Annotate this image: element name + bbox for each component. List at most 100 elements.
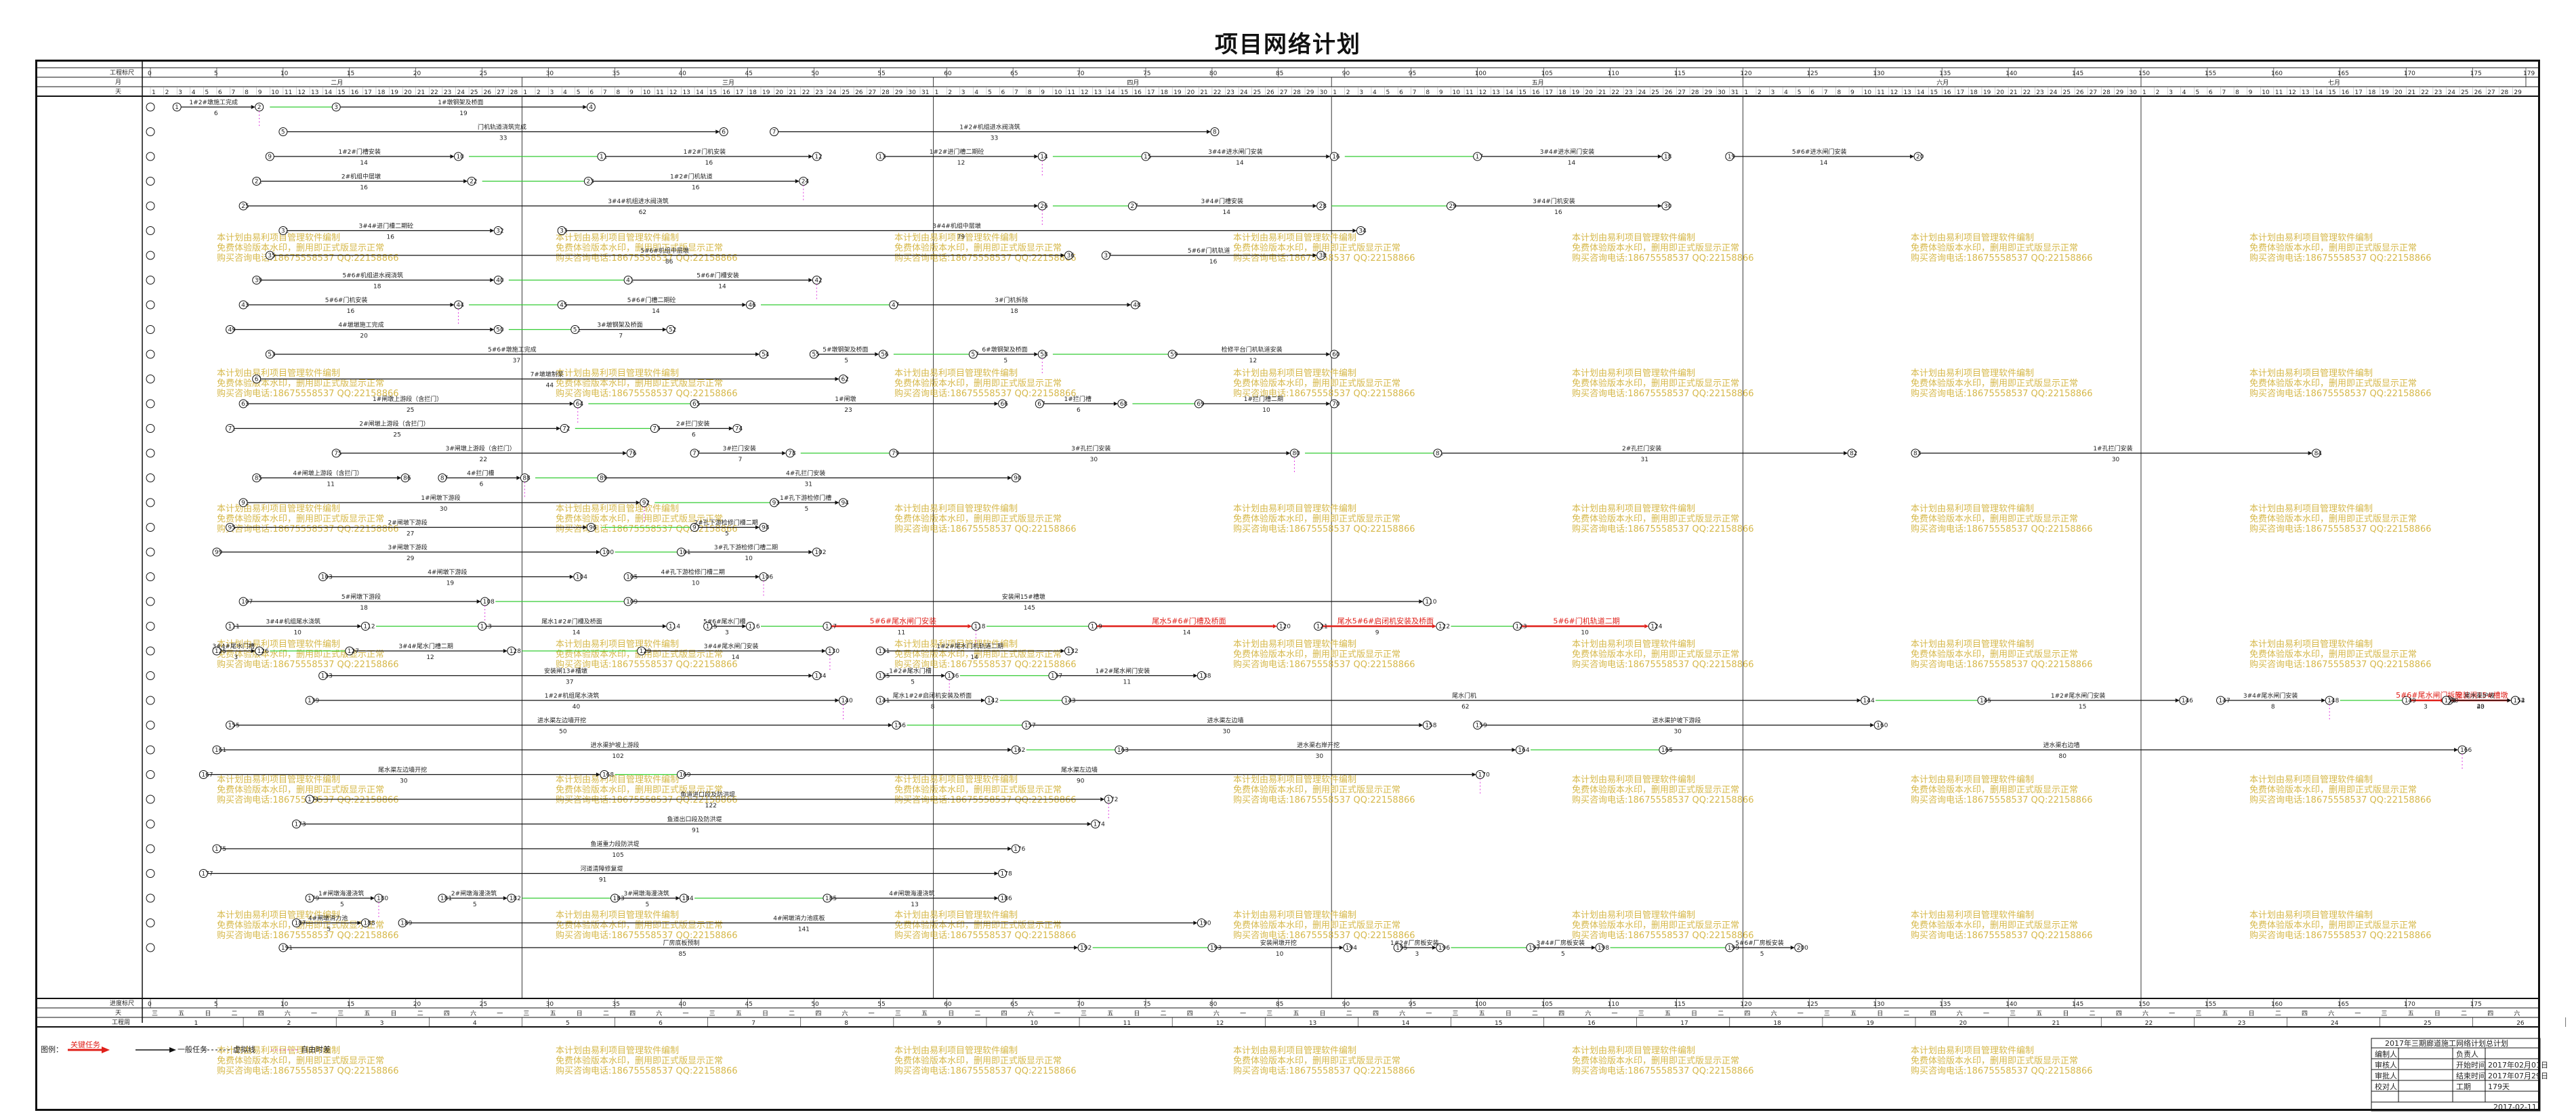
activity-label: 2#闸墩下游段 [388, 519, 427, 527]
day-number: 30 [1718, 89, 1726, 96]
arrow-head [808, 550, 813, 554]
activity-duration: 145 [1024, 605, 1035, 612]
node-number: 181 [440, 895, 452, 902]
watermark-line1: 本计划由易利项目管理软件编制 [894, 233, 1018, 243]
activity-duration: 10 [745, 555, 753, 562]
node-number: 164 [1518, 747, 1529, 754]
bottom-tick: 90 [1342, 1001, 1350, 1008]
node-number: 108 [483, 599, 495, 606]
weekday-cell: 五 [178, 1011, 184, 1017]
row-start-node [146, 893, 155, 903]
day-number: 4 [1373, 89, 1377, 96]
activity-duration: 5 [327, 927, 331, 933]
activity-label: 3#4#门机安装 [1533, 197, 1575, 205]
activity-duration: 15 [2079, 704, 2086, 711]
activity-duration: 44 [546, 383, 554, 389]
activity-duration: 3 [234, 654, 238, 661]
row-start-node [146, 671, 155, 680]
weekday-cell: 六 [1213, 1009, 1220, 1017]
watermark-line1: 本计划由易利项目管理软件编制 [2249, 233, 2373, 243]
row-start-node [146, 102, 155, 112]
arrow-head [490, 278, 495, 282]
activity-label: 尾水5#6#启闭机安装及桥面 [1337, 616, 1434, 626]
scale-tick: 155 [2205, 70, 2216, 77]
arrow-head [1657, 204, 1662, 208]
day-number: 13 [1903, 89, 1911, 96]
node-number: 26 [1040, 203, 1048, 210]
weekday-cell: 四 [2116, 1011, 2122, 1017]
weekday-cell: 五 [2036, 1011, 2042, 1017]
watermark-line3: 购买咨询电话:18675558537 QQ:22158866 [2249, 795, 2432, 805]
day-number: 28 [881, 89, 890, 96]
scale-tick: 110 [1608, 70, 1619, 77]
tb-k2-1: 开始时间 [2456, 1060, 2486, 1070]
activity-duration: 19 [446, 580, 455, 587]
week-number: 4 [473, 1020, 477, 1027]
node-number: 17 [1476, 154, 1483, 161]
weekday-cell: 五 [1479, 1011, 1485, 1017]
node-number: 51 [573, 327, 581, 334]
activity-label: 1#拦门槽二期 [1244, 395, 1283, 403]
node-number: 146 [2182, 698, 2193, 704]
bottom-tick: 125 [1806, 1001, 1818, 1008]
activity-label: 5#6#尾水门槽 [703, 618, 746, 626]
scale-ticks-bottom: 0 5 10 15 20 25 30 35 40 45 50 55 60 65 70 75 80 85 90 95 10… [148, 998, 2482, 1008]
node-number: 131 [878, 648, 890, 655]
activity-duration: 16 [1209, 259, 1218, 266]
node-number: 186 [1001, 895, 1012, 902]
day-number: 25 [1651, 89, 1659, 96]
arrow-head [1326, 402, 1331, 406]
node-number: 156 [894, 723, 906, 730]
bottom-tick: 20 [413, 1001, 421, 1008]
day-number: 2 [2156, 89, 2160, 96]
watermark-line3: 购买咨询电话:18675558537 QQ:22158866 [894, 795, 1077, 805]
row-start-node [146, 424, 155, 433]
node-number: 96 [589, 525, 597, 532]
arrow-head [755, 574, 760, 579]
watermark-line1: 本计划由易利项目管理软件编制 [1572, 368, 1695, 379]
activity-duration: 6 [692, 432, 696, 439]
bottom-tick: 110 [1608, 1001, 1619, 1008]
arrow-head [795, 179, 799, 184]
node-number: 4 [589, 104, 593, 111]
weekday-cell: 日 [391, 1010, 397, 1017]
day-number: 16 [1134, 89, 1142, 96]
node-number: 109 [626, 599, 638, 606]
day-number: 10 [1864, 89, 1872, 96]
day-number: 3 [550, 89, 554, 96]
day-number: 19 [2382, 89, 2390, 96]
activity-label: 1#闸墩海漫浇筑 [318, 889, 364, 898]
arrow-head [662, 624, 667, 629]
arrow-head [1193, 921, 1198, 925]
watermark-line1: 本计划由易利项目管理软件编制 [894, 504, 1018, 514]
arrow-head [569, 574, 574, 579]
day-number: 15 [2328, 89, 2335, 96]
day-number: 2 [948, 89, 952, 96]
row-start-node [146, 646, 155, 656]
watermark-line2: 免费体验版本水印，删用即正式版显示正常 [217, 513, 384, 524]
row-start-node [146, 399, 155, 408]
watermark-line1: 本计划由易利项目管理软件编制 [1911, 1046, 2034, 1056]
row-start-node [146, 696, 155, 705]
node-number: 61 [255, 377, 262, 383]
activity-duration: 5 [805, 506, 809, 513]
node-number: 168 [602, 772, 614, 779]
weekday-cell: 日 [577, 1010, 583, 1017]
activity-label: 5#6#进水闸门安装 [1792, 148, 1847, 156]
arrow-head [821, 649, 826, 653]
weekday-cell: 六 [285, 1009, 291, 1017]
watermark-line2: 免费体验版本水印，删用即正式版显示正常 [1911, 920, 2078, 931]
weekday-cell: 五 [921, 1011, 928, 1017]
activity-label: 进水渠右岸开挖 [1297, 741, 1339, 749]
arrow-head [476, 599, 481, 604]
arrow-head [1326, 352, 1331, 356]
day-number: 20 [776, 89, 784, 96]
day-number: 22 [802, 89, 810, 96]
activity-label: 3#4#机组进水阀浇筑 [608, 197, 669, 205]
arrow-head [450, 303, 455, 307]
watermark-line1: 本计划由易利项目管理软件编制 [1911, 368, 2034, 379]
day-number: 6 [589, 89, 594, 96]
scale-ticks-top: 0 5 10 15 20 25 30 35 40 45 50 55 60 65 70 75 80 85 90 95 10… [148, 68, 2535, 77]
weekday-cell: 五 [1107, 1011, 1113, 1017]
day-number: 23 [444, 89, 451, 96]
